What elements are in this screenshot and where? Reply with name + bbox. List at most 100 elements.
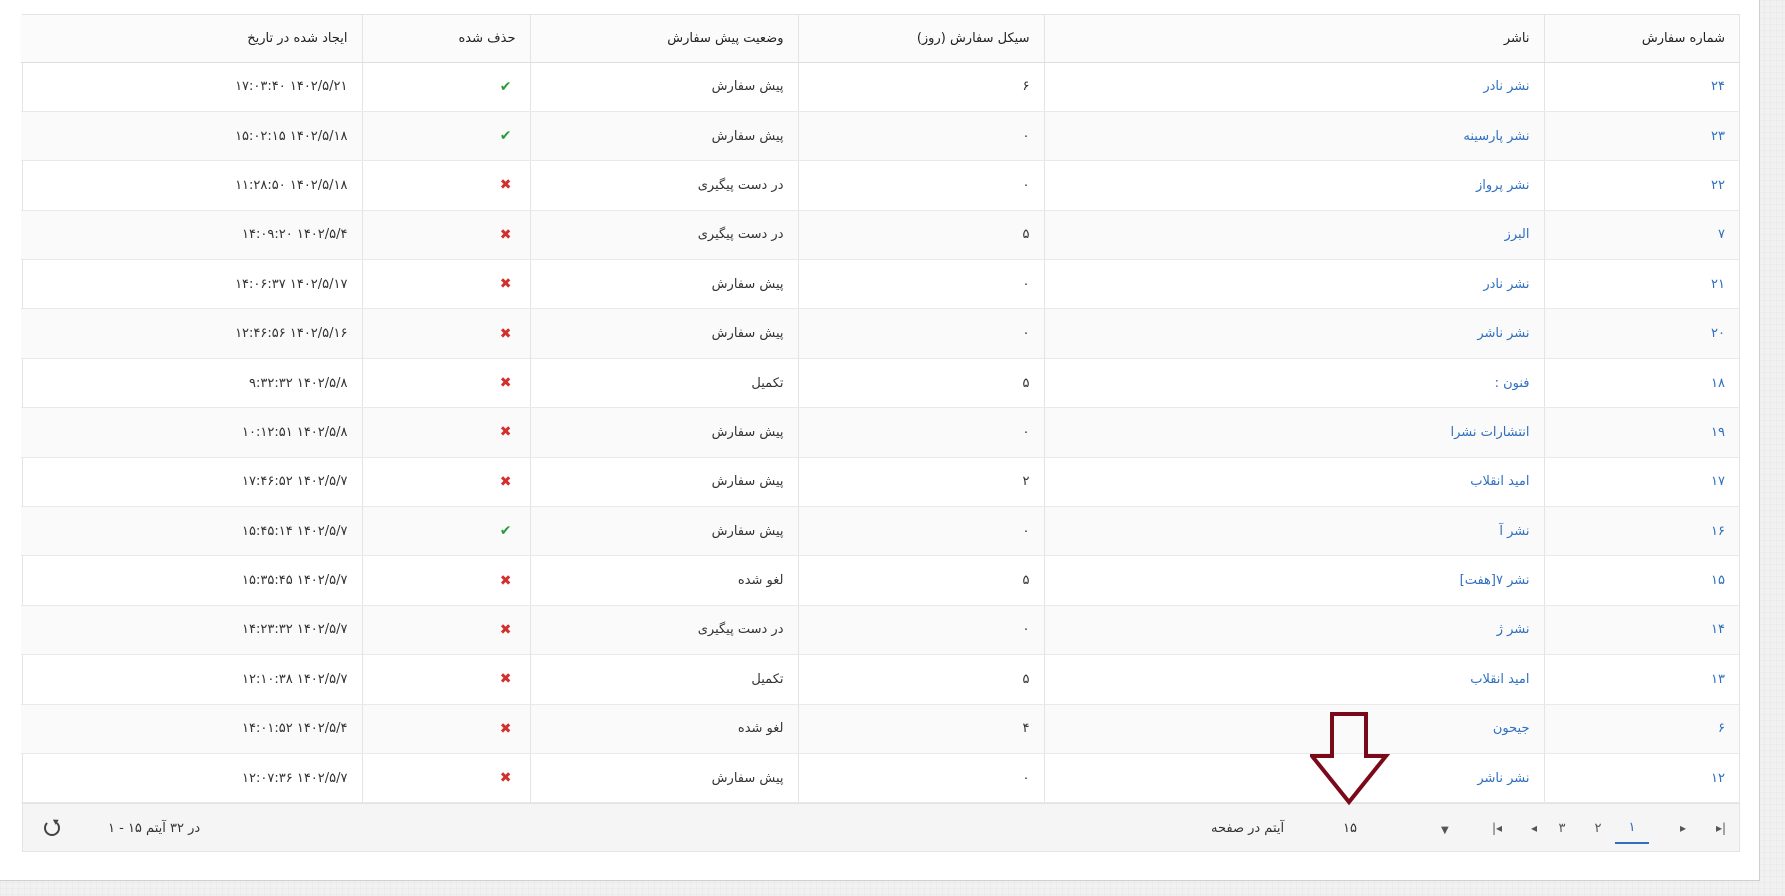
cell-publisher-text[interactable]: نشر پرواز	[1476, 178, 1529, 193]
col-header-deleted[interactable]: حذف شده	[361, 15, 530, 63]
cell-publisher[interactable]: فنون :	[1043, 358, 1544, 409]
col-header-publisher[interactable]: ناشر	[1043, 15, 1544, 63]
table-row[interactable]: ۱۸ فنون : ۵ تکمیل ✖ ۱۴۰۲/۵/۸ ۹:۳۲:۳۲	[21, 358, 1739, 409]
cell-publisher-text[interactable]: البرز	[1505, 227, 1530, 242]
cell-publisher[interactable]: امید انقلاب	[1043, 457, 1544, 508]
cell-publisher-text[interactable]: نشر نادر	[1483, 79, 1529, 94]
cell-cycle-text: ۰	[1022, 424, 1030, 440]
cell-publisher[interactable]: نشر نادر	[1043, 259, 1544, 310]
cell-order-number-text[interactable]: ۱۶	[1711, 524, 1725, 539]
cell-cycle-text: ۵	[1022, 227, 1030, 243]
page-size-dropdown-icon[interactable]: ▼	[1441, 806, 1449, 854]
col-header-cycle[interactable]: سیکل سفارش (روز)	[797, 15, 1044, 63]
first-page-button[interactable]: |◂	[1492, 804, 1502, 852]
refresh-button[interactable]	[38, 804, 66, 852]
cell-order-number[interactable]: ۲۲	[1543, 160, 1739, 211]
table-row[interactable]: ۱۳ امید انقلاب ۵ تکمیل ✖ ۱۴۰۲/۵/۷ ۱۲:۱۰:۳۸	[21, 654, 1739, 705]
page-size-value[interactable]: ۱۵	[1343, 804, 1357, 852]
cell-publisher[interactable]: نشر ناشر	[1043, 753, 1544, 804]
cell-order-number-text[interactable]: ۲۲	[1711, 178, 1725, 193]
cell-cycle: ۵	[797, 210, 1044, 261]
cell-order-number-text[interactable]: ۱۴	[1711, 622, 1725, 637]
cell-order-number[interactable]: ۲۱	[1543, 259, 1739, 310]
table-row[interactable]: ۷ البرز ۵ در دست پیگیری ✖ ۱۴۰۲/۵/۴ ۱۴:۰۹:۲۰	[21, 210, 1739, 261]
table-row[interactable]: ۶ جیحون ۴ لغو شده ✖ ۱۴۰۲/۵/۴ ۱۴:۰۱:۵۲	[21, 704, 1739, 754]
table-row[interactable]: ۱۶ نشر آ ۰ پیش سفارش ✔ ۱۴۰۲/۵/۷ ۱۵:۴۵:۱۴	[21, 506, 1739, 557]
cell-publisher[interactable]: نشر نادر	[1043, 62, 1544, 112]
cell-publisher[interactable]: نشر ناشر	[1043, 308, 1544, 359]
page-2-button[interactable]: ۲	[1581, 804, 1615, 852]
cell-order-number-text[interactable]: ۶	[1718, 721, 1725, 736]
cell-order-number[interactable]: ۷	[1543, 210, 1739, 261]
table-row[interactable]: ۲۰ نشر ناشر ۰ پیش سفارش ✖ ۱۴۰۲/۵/۱۶ ۱۲:۴۶:۵۶	[21, 308, 1739, 359]
cell-order-number-text[interactable]: ۱۳	[1711, 672, 1725, 687]
page-1-button[interactable]: ۱	[1615, 812, 1649, 844]
table-row[interactable]: ۱۲ نشر ناشر ۰ پیش سفارش ✖ ۱۴۰۲/۵/۷ ۱۲:۰۷:۳۶	[21, 753, 1739, 804]
cell-publisher-text[interactable]: فنون :	[1495, 376, 1530, 391]
cell-publisher[interactable]: نشر پارسینه	[1043, 111, 1544, 162]
cell-status-text: در دست پیگیری	[697, 177, 784, 193]
cell-deleted: ✖	[361, 457, 530, 508]
cell-order-number[interactable]: ۶	[1543, 704, 1739, 754]
cell-publisher[interactable]: امید انقلاب	[1043, 654, 1544, 705]
cell-publisher[interactable]: البرز	[1043, 210, 1544, 261]
cell-publisher-text[interactable]: امید انقلاب	[1470, 672, 1529, 687]
cell-order-number[interactable]: ۱۵	[1543, 555, 1739, 606]
last-page-button[interactable]: ▸|	[1716, 804, 1726, 852]
cell-cycle-text: ۰	[1022, 177, 1030, 193]
table-row[interactable]: ۲۱ نشر نادر ۰ پیش سفارش ✖ ۱۴۰۲/۵/۱۷ ۱۴:۰۶:۳۷	[21, 259, 1739, 310]
cell-order-number[interactable]: ۱۷	[1543, 457, 1739, 508]
table-row[interactable]: ۱۹ انتشارات نشرا ۰ پیش سفارش ✖ ۱۴۰۲/۵/۸ ۱۰:۱۲…	[21, 407, 1739, 458]
cell-publisher-text[interactable]: نشر نادر	[1483, 277, 1529, 292]
cell-order-number-text[interactable]: ۲۱	[1711, 277, 1725, 292]
cell-publisher[interactable]: جیحون	[1043, 704, 1544, 754]
cell-order-number[interactable]: ۱۸	[1543, 358, 1739, 409]
cell-publisher[interactable]: نشر ۷[هفت]	[1043, 555, 1544, 606]
table-row[interactable]: ۱۵ نشر ۷[هفت] ۵ لغو شده ✖ ۱۴۰۲/۵/۷ ۱۵:۳۵:۴۵	[21, 555, 1739, 606]
col-header-created[interactable]: ایجاد شده در تاریخ	[21, 15, 362, 63]
col-header-order-number[interactable]: شماره سفارش	[1543, 15, 1739, 63]
cell-order-number[interactable]: ۱۶	[1543, 506, 1739, 557]
col-header-status[interactable]: وضعیت پیش سفارش	[529, 15, 798, 63]
cell-publisher-text[interactable]: نشر ۷[هفت]	[1460, 573, 1530, 588]
cell-publisher-text[interactable]: نشر ژ	[1497, 622, 1530, 637]
cell-order-number-text[interactable]: ۷	[1718, 227, 1725, 242]
cell-order-number-text[interactable]: ۱۵	[1711, 573, 1725, 588]
first-page-icon: |◂	[1492, 821, 1503, 835]
cell-order-number[interactable]: ۲۰	[1543, 308, 1739, 359]
cell-publisher[interactable]: انتشارات نشرا	[1043, 407, 1544, 458]
cell-order-number[interactable]: ۱۴	[1543, 605, 1739, 656]
page-3-button[interactable]: ۳	[1545, 804, 1579, 852]
cell-publisher-text[interactable]: نشر پارسینه	[1463, 129, 1529, 144]
cell-publisher-text[interactable]: نشر آ	[1499, 524, 1529, 539]
cell-order-number-text[interactable]: ۱۹	[1711, 425, 1725, 440]
table-row[interactable]: ۱۴ نشر ژ ۰ در دست پیگیری ✖ ۱۴۰۲/۵/۷ ۱۴:۲۳:۳۲	[21, 605, 1739, 656]
cell-order-number-text[interactable]: ۲۳	[1711, 129, 1725, 144]
next-page-button[interactable]: ▸	[1680, 804, 1686, 852]
cell-order-number-text[interactable]: ۲۴	[1711, 79, 1725, 94]
cell-deleted: ✖	[361, 358, 530, 409]
cell-publisher[interactable]: نشر ژ	[1043, 605, 1544, 656]
table-row[interactable]: ۲۲ نشر پرواز ۰ در دست پیگیری ✖ ۱۴۰۲/۵/۱۸ ۱۱:۲…	[21, 160, 1739, 211]
cell-order-number-text[interactable]: ۲۰	[1711, 326, 1725, 341]
cell-publisher[interactable]: نشر پرواز	[1043, 160, 1544, 211]
table-row[interactable]: ۱۷ امید انقلاب ۲ پیش سفارش ✖ ۱۴۰۲/۵/۷ ۱۷:۴۶:۵…	[21, 457, 1739, 508]
table-row[interactable]: ۲۳ نشر پارسینه ۰ پیش سفارش ✔ ۱۴۰۲/۵/۱۸ ۱۵:۰۲:…	[21, 111, 1739, 162]
cell-status: پیش سفارش	[529, 308, 798, 359]
cell-order-number[interactable]: ۲۴	[1543, 62, 1739, 112]
cell-publisher-text[interactable]: نشر ناشر	[1477, 771, 1529, 786]
cell-publisher[interactable]: نشر آ	[1043, 506, 1544, 557]
cell-order-number-text[interactable]: ۱۸	[1711, 376, 1725, 391]
table-row[interactable]: ۲۴ نشر نادر ۶ پیش سفارش ✔ ۱۴۰۲/۵/۲۱ ۱۷:۰۳:۴۰	[21, 62, 1739, 112]
cell-order-number[interactable]: ۱۳	[1543, 654, 1739, 705]
cell-order-number-text[interactable]: ۱۲	[1711, 771, 1725, 786]
cell-order-number[interactable]: ۱۹	[1543, 407, 1739, 458]
prev-page-button[interactable]: ◂	[1531, 804, 1537, 852]
cell-order-number-text[interactable]: ۱۷	[1711, 474, 1725, 489]
cell-order-number[interactable]: ۱۲	[1543, 753, 1739, 804]
cell-order-number[interactable]: ۲۳	[1543, 111, 1739, 162]
cell-publisher-text[interactable]: نشر ناشر	[1477, 326, 1529, 341]
cell-publisher-text[interactable]: جیحون	[1493, 721, 1530, 736]
cell-publisher-text[interactable]: امید انقلاب	[1470, 474, 1529, 489]
cell-publisher-text[interactable]: انتشارات نشرا	[1451, 425, 1530, 440]
